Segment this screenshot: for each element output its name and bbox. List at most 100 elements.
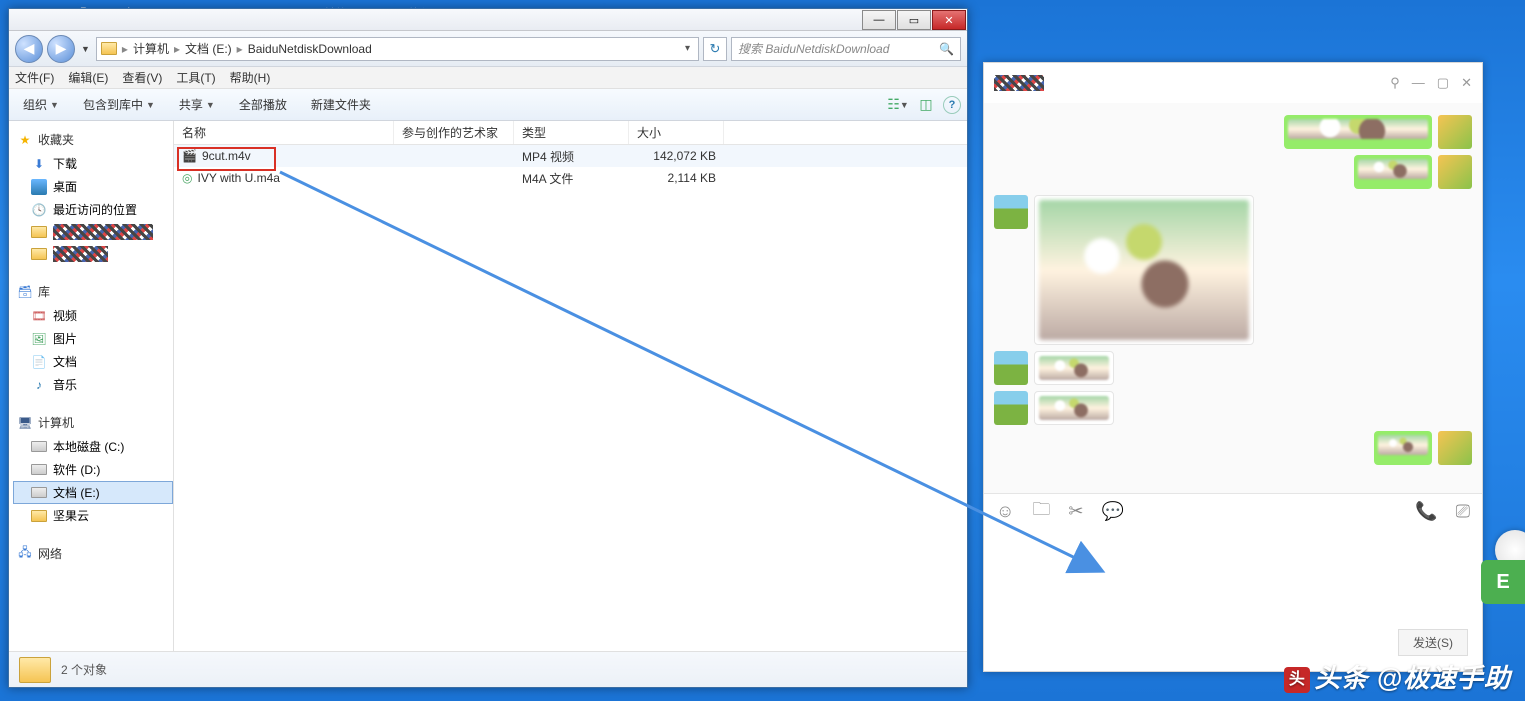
message-bubble[interactable] (1034, 391, 1114, 425)
view-options-button[interactable]: ☷ ▼ (887, 94, 909, 116)
search-input[interactable]: 搜索 BaiduNetdiskDownload 🔍 (731, 37, 961, 61)
breadcrumb-sep: ▸ (234, 42, 246, 56)
message-bubble[interactable] (1284, 115, 1432, 149)
col-size[interactable]: 大小 (629, 121, 724, 144)
message-bubble[interactable] (1374, 431, 1432, 465)
minimize-button[interactable]: — (1412, 75, 1425, 91)
breadcrumb-computer[interactable]: 计算机 (133, 40, 169, 57)
chat-bubble-icon[interactable]: 💬 (1101, 501, 1123, 522)
file-name: 9cut.m4v (202, 149, 251, 163)
message-bubble[interactable] (1354, 155, 1432, 189)
address-dropdown[interactable]: ▾ (681, 43, 694, 54)
preview-pane-button[interactable]: ◫ (915, 94, 937, 116)
play-all-button[interactable]: 全部播放 (231, 92, 295, 117)
file-size: 142,072 KB (629, 149, 724, 163)
share-button[interactable]: 共享▼ (171, 92, 223, 117)
send-button[interactable]: 发送(S) (1398, 629, 1468, 656)
col-artist[interactable]: 参与创作的艺术家 (394, 121, 514, 144)
maximize-button[interactable]: ▭ (897, 10, 931, 30)
side-badge[interactable]: E (1481, 560, 1525, 604)
help-button[interactable]: ? (943, 96, 961, 114)
call-icon[interactable]: 📞 (1415, 501, 1437, 522)
sidebar-music[interactable]: ♪音乐 (13, 373, 173, 396)
include-in-library-button[interactable]: 包含到库中▼ (75, 92, 163, 117)
navigation-bar: ◀ ▶ ▼ ▸ 计算机 ▸ 文档 (E:) ▸ BaiduNetdiskDown… (9, 31, 967, 67)
organize-button[interactable]: 组织▼ (15, 92, 67, 117)
address-bar[interactable]: ▸ 计算机 ▸ 文档 (E:) ▸ BaiduNetdiskDownload ▾ (96, 37, 699, 61)
sidebar-downloads[interactable]: ⬇下载 (13, 152, 173, 175)
minimize-button[interactable]: — (862, 10, 896, 30)
search-icon[interactable]: 🔍 (939, 42, 954, 56)
chat-message (994, 195, 1472, 345)
breadcrumb-folder[interactable]: BaiduNetdiskDownload (248, 42, 372, 56)
close-button[interactable]: ✕ (932, 10, 966, 30)
emoji-icon[interactable]: ☺ (996, 501, 1014, 522)
explorer-window: — ▭ ✕ ◀ ▶ ▼ ▸ 计算机 ▸ 文档 (E:) ▸ BaiduNetdi… (8, 8, 968, 688)
file-list: 名称 参与创作的艺术家 类型 大小 🎬9cut.m4v MP4 视频 142,0… (174, 121, 967, 651)
sidebar-recent[interactable]: 🕓最近访问的位置 (13, 198, 173, 221)
sidebar-videos[interactable]: 🎞视频 (13, 304, 173, 327)
back-button[interactable]: ◀ (15, 35, 43, 63)
chat-window: ⚲ — ▢ ✕ ⋯ ☺ (983, 62, 1483, 672)
sidebar-nutcloud[interactable]: 坚果云 (13, 504, 173, 527)
sidebar-network[interactable]: 🖧网络 (13, 541, 173, 566)
breadcrumb-sep: ▸ (171, 42, 183, 56)
chat-message-list (984, 103, 1482, 493)
maximize-button[interactable]: ▢ (1437, 75, 1449, 91)
sidebar-drive-c[interactable]: 本地磁盘 (C:) (13, 435, 173, 458)
column-header[interactable]: 名称 参与创作的艺术家 类型 大小 (174, 121, 967, 145)
status-count: 2 个对象 (61, 661, 107, 678)
sidebar-desktop[interactable]: 桌面 (13, 175, 173, 198)
chat-toolbar: ☺ 🗀 ✂ 💬 📞 ⎚ (984, 493, 1482, 529)
chat-message (994, 391, 1472, 425)
avatar (994, 351, 1028, 385)
sidebar-pinned2[interactable] (13, 243, 173, 265)
search-placeholder: 搜索 BaiduNetdiskDownload (738, 40, 889, 57)
file-row[interactable]: 🎬9cut.m4v MP4 视频 142,072 KB (174, 145, 967, 167)
menu-tools[interactable]: 工具(T) (176, 69, 215, 86)
chat-contact-name (994, 75, 1044, 91)
new-folder-button[interactable]: 新建文件夹 (303, 92, 379, 117)
col-type[interactable]: 类型 (514, 121, 629, 144)
file-row[interactable]: ◎IVY with U.m4a M4A 文件 2,114 KB (174, 167, 967, 189)
message-image[interactable] (1034, 195, 1254, 345)
file-name: IVY with U.m4a (197, 171, 279, 185)
watermark: 头头条 @极速手助 (1284, 658, 1511, 695)
file-type: M4A 文件 (514, 170, 629, 187)
chat-titlebar: ⚲ — ▢ ✕ (984, 63, 1482, 103)
folder-icon (101, 42, 117, 55)
sidebar-drive-d[interactable]: 软件 (D:) (13, 458, 173, 481)
avatar (1438, 431, 1472, 465)
sidebar-pictures[interactable]: 🖼图片 (13, 327, 173, 350)
chat-message (994, 351, 1472, 385)
nav-history-drop[interactable]: ▼ (79, 44, 92, 54)
forward-button[interactable]: ▶ (47, 35, 75, 63)
avatar (994, 195, 1028, 229)
message-bubble[interactable] (1034, 351, 1114, 385)
menu-edit[interactable]: 编辑(E) (68, 69, 108, 86)
menu-file[interactable]: 文件(F) (15, 69, 54, 86)
breadcrumb-drive[interactable]: 文档 (E:) (185, 40, 232, 57)
sidebar-pinned1[interactable] (13, 221, 173, 243)
sidebar-computer[interactable]: 🖥计算机 (13, 410, 173, 435)
menu-bar: 文件(F) 编辑(E) 查看(V) 工具(T) 帮助(H) (9, 67, 967, 89)
sidebar-drive-e[interactable]: 文档 (E:) (13, 481, 173, 504)
video-icon[interactable]: ⎚ (1456, 501, 1470, 522)
refresh-button[interactable]: ↻ (703, 37, 727, 61)
sidebar-documents[interactable]: 📄文档 (13, 350, 173, 373)
chat-message (994, 431, 1472, 465)
chat-message (994, 155, 1472, 189)
pin-button[interactable]: ⚲ (1390, 75, 1400, 91)
sidebar-favorites[interactable]: ★收藏夹 (13, 127, 173, 152)
menu-help[interactable]: 帮助(H) (230, 69, 271, 86)
chat-input[interactable] (984, 529, 1482, 629)
close-button[interactable]: ✕ (1461, 75, 1472, 91)
file-size: 2,114 KB (629, 171, 724, 185)
menu-view[interactable]: 查看(V) (122, 69, 162, 86)
col-name[interactable]: 名称 (174, 121, 394, 144)
scissors-icon[interactable]: ✂ (1068, 501, 1083, 522)
chat-message (994, 115, 1472, 149)
folder-icon[interactable]: 🗀 (1032, 497, 1050, 527)
avatar (1438, 155, 1472, 189)
sidebar-libraries[interactable]: 🗃库 (13, 279, 173, 304)
